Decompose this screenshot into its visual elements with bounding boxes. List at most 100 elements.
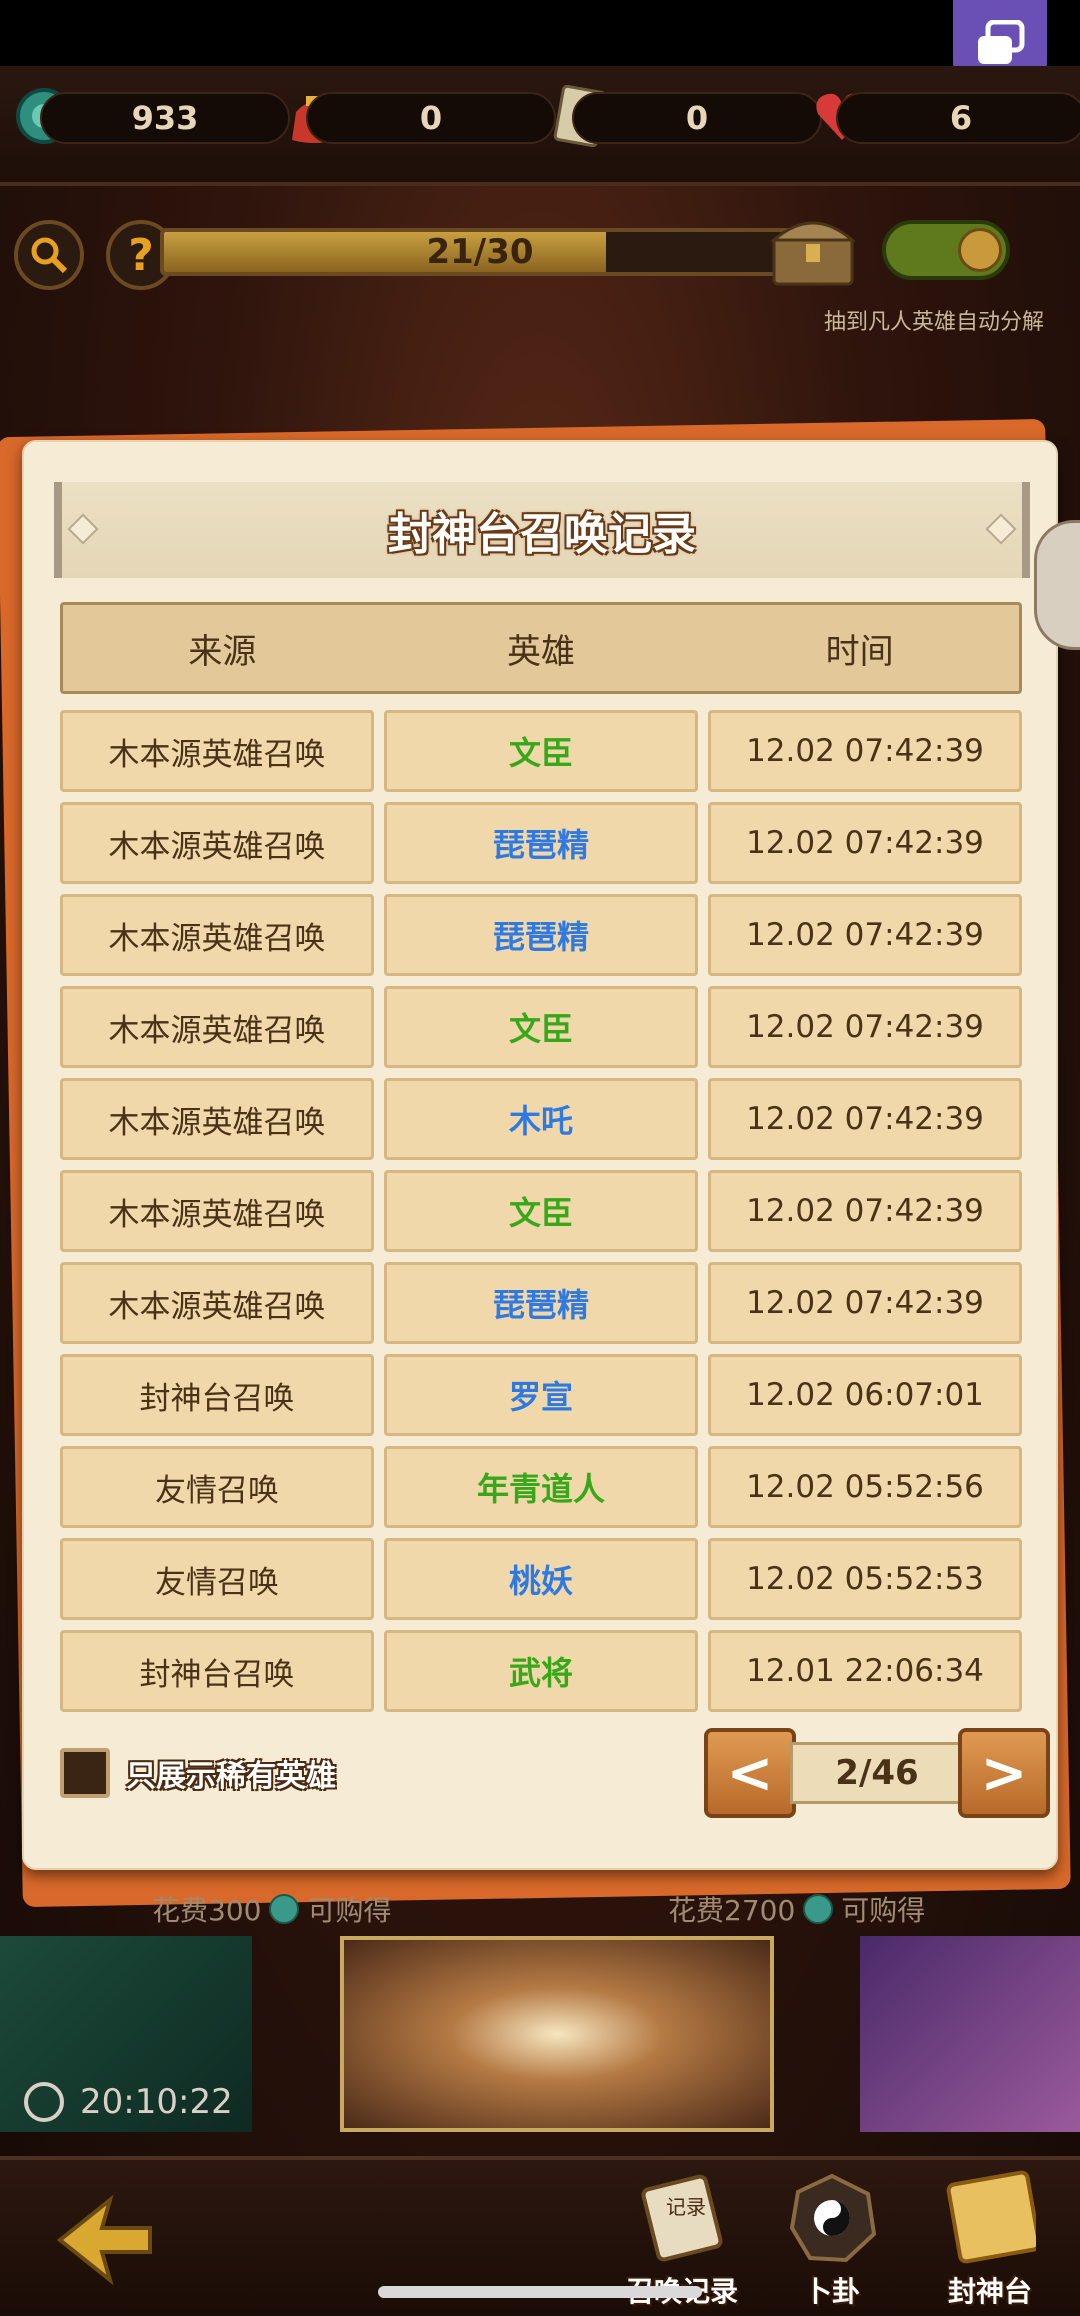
countdown-timer: 20:10:22 — [24, 2074, 254, 2130]
ticket-count: 0 — [572, 92, 822, 144]
summon-record-modal: 封神台召唤记录 来源 英雄 时间 木本源英雄召唤 文臣 12.02 07:42:39… — [22, 440, 1058, 1870]
time-cell: 12.02 07:42:39 — [708, 894, 1022, 976]
time-cell: 12.02 06:07:01 — [708, 1354, 1022, 1436]
lucky-bag-count: 0 — [306, 92, 556, 144]
hero-cell: 琵琶精 — [384, 802, 698, 884]
summon-controls: ? 21/30 抽到凡人英雄自动分解 — [0, 200, 1080, 360]
source-cell: 木本源英雄召唤 — [60, 1170, 374, 1252]
auto-decompose-toggle[interactable] — [882, 220, 1010, 280]
source-cell: 木本源英雄召唤 — [60, 710, 374, 792]
time-cell: 12.02 07:42:39 — [708, 710, 1022, 792]
time-cell: 12.02 05:52:56 — [708, 1446, 1022, 1528]
right-cost-suffix: 可购得 — [841, 1894, 926, 1927]
source-cell: 木本源英雄召唤 — [60, 1262, 374, 1344]
title-banner: 封神台召唤记录 — [54, 482, 1030, 578]
table-row: 木本源英雄召唤 琵琶精 12.02 07:42:39 — [60, 802, 1022, 884]
bagua-icon — [786, 2170, 878, 2266]
progress-text: 21/30 — [426, 232, 534, 272]
summon-progress-bar: 21/30 — [160, 228, 800, 276]
shop-cost-labels: 花费300 可购得 花费2700 可购得 — [0, 1884, 1080, 1934]
hero-cell: 文臣 — [384, 710, 698, 792]
window-switch-icon — [978, 20, 1025, 64]
search-icon — [31, 237, 68, 274]
modal-footer: 只展示稀有英雄 < 2/46 > — [60, 1728, 1050, 1818]
table-row: 木本源英雄召唤 文臣 12.02 07:42:39 — [60, 1170, 1022, 1252]
hero-cell: 武将 — [384, 1630, 698, 1712]
toggle-knob — [958, 228, 1002, 272]
pagination: < 2/46 > — [704, 1728, 1050, 1818]
time-cell: 12.01 22:06:34 — [708, 1630, 1022, 1712]
source-cell: 木本源英雄召唤 — [60, 1078, 374, 1160]
source-cell: 木本源英雄召唤 — [60, 894, 374, 976]
table-row: 木本源英雄召唤 琵琶精 12.02 07:42:39 — [60, 894, 1022, 976]
table-row: 木本源英雄召唤 文臣 12.02 07:42:39 — [60, 986, 1022, 1068]
status-bar — [0, 0, 1080, 66]
left-cost-label: 花费300 可购得 — [152, 1884, 391, 1934]
table-header: 来源 英雄 时间 — [60, 602, 1022, 694]
record-list: 木本源英雄召唤 文臣 12.02 07:42:39 木本源英雄召唤 琵琶精 12.02 0… — [60, 710, 1022, 1722]
fengshen-scroll-icon — [944, 2170, 1036, 2266]
record-scroll-icon: 记录 — [636, 2170, 728, 2266]
svg-text:记录: 记录 — [666, 2195, 706, 2219]
nav-label-divination: 卜卦 — [803, 2275, 860, 2308]
modal-title: 封神台召唤记录 — [388, 509, 696, 560]
nav-fengshen-tai[interactable]: 封神台 — [920, 2170, 1060, 2316]
left-cost-text: 花费300 — [152, 1894, 262, 1927]
hero-cell: 文臣 — [384, 1170, 698, 1252]
back-arrow-icon — [56, 2194, 152, 2286]
column-header-hero: 英雄 — [507, 631, 575, 672]
time-cell: 12.02 05:52:53 — [708, 1538, 1022, 1620]
search-button[interactable] — [14, 220, 84, 290]
table-row: 木本源英雄召唤 文臣 12.02 07:42:39 — [60, 710, 1022, 792]
nav-divination[interactable]: 卜卦 — [762, 2170, 902, 2316]
timer-text: 20:10:22 — [80, 2082, 233, 2122]
right-hero-card[interactable] — [860, 1936, 1080, 2132]
rare-only-checkbox[interactable] — [60, 1748, 110, 1798]
question-icon: ? — [128, 229, 154, 281]
time-cell: 12.02 07:42:39 — [708, 986, 1022, 1068]
auto-decompose-label: 抽到凡人英雄自动分解 — [823, 310, 1044, 335]
source-cell: 友情召唤 — [60, 1446, 374, 1528]
table-row: 封神台召唤 武将 12.01 22:06:34 — [60, 1630, 1022, 1712]
heart-count: 6 — [836, 92, 1080, 144]
hero-cell: 罗宣 — [384, 1354, 698, 1436]
source-cell: 封神台召唤 — [60, 1354, 374, 1436]
hero-cell: 琵琶精 — [384, 1262, 698, 1344]
resource-bar: 933 0 券 0 6 — [0, 66, 1080, 186]
table-row: 友情召唤 桃妖 12.02 05:52:53 — [60, 1538, 1022, 1620]
rare-only-label: 只展示稀有英雄 — [126, 1759, 336, 1794]
time-cell: 12.02 07:42:39 — [708, 1262, 1022, 1344]
clock-icon — [24, 2082, 64, 2122]
prev-page-button[interactable]: < — [704, 1728, 796, 1818]
column-header-time: 时间 — [825, 631, 894, 672]
home-indicator — [378, 2286, 702, 2298]
table-row: 封神台召唤 罗宣 12.02 06:07:01 — [60, 1354, 1022, 1436]
next-page-button[interactable]: > — [958, 1728, 1050, 1818]
page-indicator: 2/46 — [790, 1742, 964, 1804]
source-cell: 木本源英雄召唤 — [60, 802, 374, 884]
treasure-chest-icon[interactable] — [768, 210, 858, 290]
time-cell: 12.02 07:42:39 — [708, 802, 1022, 884]
hero-cell: 年青道人 — [384, 1446, 698, 1528]
back-button[interactable] — [40, 2190, 160, 2290]
right-cost-text: 花费2700 — [668, 1894, 796, 1927]
hero-cell: 琵琶精 — [384, 894, 698, 976]
side-arrow-tab[interactable] — [1034, 520, 1080, 650]
jade-coin-icon — [803, 1894, 834, 1924]
source-cell: 友情召唤 — [60, 1538, 374, 1620]
hero-cell: 桃妖 — [384, 1538, 698, 1620]
nav-label-fengshen-tai: 封神台 — [947, 2275, 1032, 2308]
right-cost-label: 花费2700 可购得 — [668, 1884, 925, 1934]
column-header-source: 来源 — [188, 631, 257, 672]
hero-cell: 文臣 — [384, 986, 698, 1068]
jade-coin-count: 933 — [40, 92, 290, 144]
jade-coin-icon — [269, 1894, 300, 1924]
time-cell: 12.02 07:42:39 — [708, 1170, 1022, 1252]
hero-cell: 木吒 — [384, 1078, 698, 1160]
source-cell: 封神台召唤 — [60, 1630, 374, 1712]
center-summon-portal[interactable] — [340, 1936, 774, 2132]
left-cost-suffix: 可购得 — [307, 1894, 392, 1927]
table-row: 友情召唤 年青道人 12.02 05:52:56 — [60, 1446, 1022, 1528]
source-cell: 木本源英雄召唤 — [60, 986, 374, 1068]
table-row: 木本源英雄召唤 木吒 12.02 07:42:39 — [60, 1078, 1022, 1160]
